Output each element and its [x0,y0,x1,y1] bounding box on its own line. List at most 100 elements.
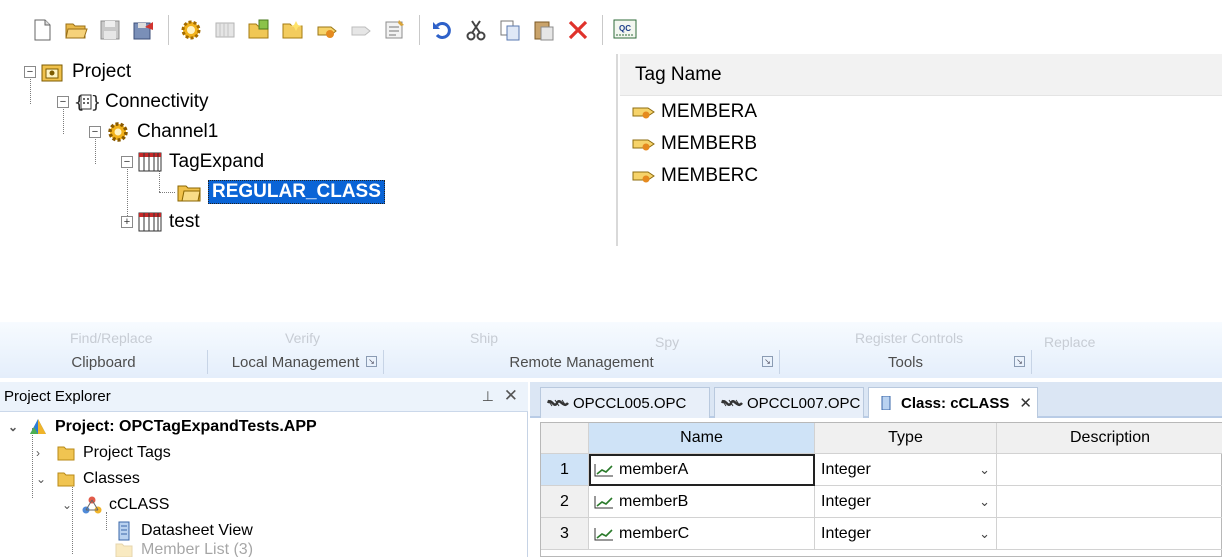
ribbon-command-register-controls[interactable]: Register Controls [855,330,963,346]
close-icon[interactable]: ✕ [504,386,518,406]
name-cell[interactable]: memberA [589,454,815,486]
tree-node-label: Project [72,61,132,82]
dialog-launcher-icon[interactable]: ↘ [366,356,377,367]
ribbon-command-replace[interactable]: Replace [1044,334,1095,350]
tree-node-project[interactable]: − Project [24,58,131,86]
column-header-tag-name[interactable]: Tag Name [620,54,1222,96]
explorer-node-datasheet-view[interactable]: Datasheet View [114,518,253,544]
quick-client-icon[interactable]: QC [611,17,638,44]
tag-row[interactable]: MEMBERB [632,130,757,158]
new-tag-icon[interactable] [313,17,340,44]
tree-connector [159,192,175,193]
description-cell[interactable] [997,454,1222,486]
explorer-node-label: Datasheet View [141,522,253,539]
expand-toggle[interactable]: + [121,216,133,228]
explorer-node-project-tags[interactable]: › Project Tags [36,440,171,466]
column-header-name[interactable]: Name [589,423,815,454]
new-file-icon[interactable] [28,17,55,44]
row-number[interactable]: 3 [541,518,589,550]
copy-icon[interactable] [496,17,523,44]
device-icon [137,210,163,234]
save-all-icon[interactable] [130,17,157,44]
name-cell[interactable]: memberC [589,518,815,550]
chevron-down-icon[interactable]: ⌄ [36,472,50,486]
ribbon-group-label: Clipboard [71,353,136,371]
column-header-label: Name [680,429,723,446]
tree-node-test[interactable]: + test [121,208,200,236]
column-header-description[interactable]: Description [997,423,1222,454]
tab-opccl007[interactable]: OPCCL007.OPC [714,387,864,418]
description-cell[interactable] [997,518,1222,550]
cut-icon[interactable] [462,17,489,44]
pane-title: Project Explorer [4,388,111,405]
device-icon [137,150,163,174]
paste-icon[interactable] [530,17,557,44]
pin-icon[interactable]: ⊥ [482,388,494,405]
svg-text:}: } [91,93,99,113]
folder-icon [56,469,76,489]
description-cell[interactable] [997,486,1222,518]
properties-icon[interactable] [381,17,408,44]
save-icon[interactable] [96,17,123,44]
collapse-toggle[interactable]: − [89,126,101,138]
chevron-down-icon[interactable]: ⌄ [8,420,22,434]
type-select[interactable]: Integer ⌄ [815,486,997,518]
tab-class-cclass[interactable]: Class: cCLASS ✕ [868,387,1038,418]
new-tag-group-icon[interactable] [245,17,272,44]
tree-node-label-selected: REGULAR_CLASS [208,180,385,204]
dialog-launcher-icon[interactable]: ↘ [1014,356,1025,367]
tag-row[interactable]: MEMBERA [632,98,757,126]
collapse-toggle[interactable]: − [121,156,133,168]
ribbon-group-remote-management: Remote Management ↘ [384,350,780,374]
bulk-tag-icon[interactable] [347,17,374,44]
explorer-node-classes[interactable]: ⌄ Classes [36,466,140,492]
tab-label: OPCCL005.OPC [573,394,687,412]
new-device-icon[interactable] [211,17,238,44]
row-number[interactable]: 2 [541,486,589,518]
tab-opccl005[interactable]: OPCCL005.OPC [540,387,710,418]
dialog-launcher-icon[interactable]: ↘ [762,356,773,367]
explorer-node-project[interactable]: ⌄ Project: OPCTagExpandTests.APP [8,414,317,440]
column-header-type[interactable]: Type [815,423,997,454]
ribbon-command-ship[interactable]: Ship [470,330,498,346]
open-folder-icon[interactable] [62,17,89,44]
ribbon-command-verify[interactable]: Verify [285,330,320,346]
chevron-down-icon[interactable]: ⌄ [979,526,990,542]
type-select[interactable]: Integer ⌄ [815,454,997,486]
ribbon-command-spy[interactable]: Spy [655,334,679,350]
collapse-toggle[interactable]: − [57,96,69,108]
new-channel-icon[interactable] [177,17,204,44]
tree-node-regular-class[interactable]: REGULAR_CLASS [176,178,385,206]
chevron-right-icon[interactable]: › [36,446,50,460]
opc-icon [547,399,569,407]
type-value: Integer [821,460,871,478]
collapse-toggle[interactable]: − [24,66,36,78]
project-tree: − Project − {} Connectivity − Channel1 − [0,54,618,246]
row-number-label: 2 [560,492,569,510]
ribbon-group-label: Remote Management [509,353,654,371]
tag-icon [632,107,655,119]
tree-node-label: Channel1 [137,121,219,142]
tree-node-tagexpand[interactable]: − TagExpand [121,148,264,176]
datasheet-icon [881,396,891,410]
name-cell[interactable]: memberB [589,486,815,518]
member-name: memberC [619,524,690,542]
explorer-node-cclass[interactable]: ⌄ cCLASS [62,492,169,518]
document-tabstrip: OPCCL005.OPC OPCCL007.OPC Class: cCLASS … [530,382,1222,418]
new-folder-icon[interactable] [279,17,306,44]
close-tab-icon[interactable]: ✕ [1019,394,1032,412]
chevron-down-icon[interactable]: ⌄ [979,494,990,510]
toolbar-separator [419,15,420,45]
chevron-down-icon[interactable]: ⌄ [979,462,990,478]
chevron-down-icon[interactable]: ⌄ [62,498,76,512]
ribbon-command-find-replace[interactable]: Find/Replace [70,330,153,346]
tag-row[interactable]: MEMBERC [632,162,758,190]
undo-icon[interactable] [428,17,455,44]
delete-icon[interactable] [564,17,591,44]
row-number[interactable]: 1 [541,454,589,486]
tree-node-connectivity[interactable]: − {} Connectivity [57,88,209,116]
explorer-node-label: Project Tags [83,444,171,461]
type-select[interactable]: Integer ⌄ [815,518,997,550]
explorer-node-member-list[interactable]: Member List (3) [114,542,253,557]
tree-node-channel1[interactable]: − Channel1 [89,118,218,146]
